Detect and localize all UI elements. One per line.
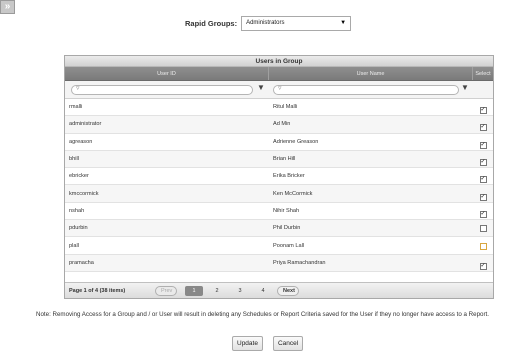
grid-pager: Page 1 of 4 (38 items) Prev 1 2 3 4 Next xyxy=(65,282,493,298)
filter-icon: ▿ xyxy=(278,84,282,92)
table-row[interactable]: rmalli Ritul Malli ✓ xyxy=(65,98,493,117)
user-name-cell: Ken McCormick xyxy=(273,190,313,197)
cancel-button[interactable]: Cancel xyxy=(272,336,304,351)
select-cell: ✓ xyxy=(473,167,493,185)
filter-row: ▿ ▼ ▿ ▼ xyxy=(65,81,493,99)
rapid-groups-selected-value: Administrators xyxy=(246,19,285,26)
user-name-cell: Nihir Shah xyxy=(273,207,300,214)
select-cell: ✓ xyxy=(473,185,493,203)
select-cell: ✓ xyxy=(473,202,493,220)
user-id-cell: nshah xyxy=(69,207,85,214)
select-cell: ✓ xyxy=(473,150,493,168)
page-number-2[interactable]: 2 xyxy=(208,286,226,296)
prev-page-button[interactable]: Prev xyxy=(155,285,177,296)
user-id-cell: kmccormick xyxy=(69,190,99,197)
dropdown-arrow-icon: ▼ xyxy=(340,19,347,26)
select-checkbox[interactable]: ✓ xyxy=(479,262,487,270)
select-checkbox[interactable]: ✓ xyxy=(479,176,487,184)
user-id-cell: bhill xyxy=(69,156,79,163)
update-button[interactable]: Update xyxy=(232,336,263,351)
user-id-cell: plall xyxy=(69,242,79,249)
rapid-groups-label: Rapid Groups: xyxy=(185,18,238,28)
user-name-cell: Brian Hill xyxy=(273,156,296,163)
table-row[interactable]: kmccormick Ken McCormick ✓ xyxy=(65,185,493,203)
select-checkbox[interactable]: ✓ xyxy=(479,141,487,149)
table-row[interactable]: plall Poonam Lall xyxy=(65,237,493,255)
user-name-cell: Adrienne Greason xyxy=(273,138,319,145)
rapid-groups-select[interactable]: Administrators ▼ xyxy=(241,15,352,31)
select-checkbox[interactable]: ✓ xyxy=(479,210,487,218)
table-row[interactable]: bhill Brian Hill ✓ xyxy=(65,150,493,169)
column-header-user-name[interactable]: User Name xyxy=(269,67,473,80)
expand-panel-button[interactable]: » xyxy=(0,0,15,14)
access-removal-note: Note: Removing Access for a Group and / … xyxy=(36,311,489,318)
select-cell: ✓ xyxy=(473,115,493,133)
user-name-cell: Poonam Lall xyxy=(273,242,305,249)
user-id-filter-menu-icon[interactable]: ▼ xyxy=(257,83,265,92)
table-row[interactable]: agreason Adrienne Greason ✓ xyxy=(65,134,493,151)
page-number-1[interactable]: 1 xyxy=(185,285,203,296)
users-in-group-grid: Users in Group User ID User Name Select … xyxy=(64,55,494,299)
user-name-cell: Phil Durbin xyxy=(273,225,301,232)
pager-info: Page 1 of 4 (38 items) xyxy=(69,287,126,294)
double-chevron-right-icon: » xyxy=(4,1,11,12)
user-id-cell: rmalli xyxy=(69,104,83,111)
user-name-cell: Erika Bricker xyxy=(273,173,305,180)
select-cell: ✓ xyxy=(473,98,493,116)
user-name-filter-input[interactable]: ▿ xyxy=(273,84,459,95)
form-actions: Update Cancel xyxy=(232,336,313,351)
user-id-cell: pdurbin xyxy=(69,225,88,232)
filter-icon: ▿ xyxy=(76,84,80,92)
table-row[interactable]: administrator Ad Min ✓ xyxy=(65,115,493,134)
select-cell: ✓ xyxy=(473,254,493,272)
grid-body: rmalli Ritul Malli ✓ administrator Ad Min ✓ ag… xyxy=(65,99,493,272)
select-checkbox[interactable]: ✓ xyxy=(479,124,487,132)
user-id-cell: administrator xyxy=(69,121,102,128)
select-checkbox[interactable]: ✓ xyxy=(479,159,487,167)
user-id-filter-input[interactable]: ▿ xyxy=(71,84,253,95)
user-name-cell: Priya Ramachandran xyxy=(273,259,326,266)
user-id-cell: pramacha xyxy=(69,259,94,266)
column-header-select[interactable]: Select xyxy=(473,67,493,80)
grid-header-row: User ID User Name Select xyxy=(65,67,493,81)
page-number-4[interactable]: 4 xyxy=(254,286,272,296)
user-id-cell: agreason xyxy=(69,138,93,145)
select-checkbox[interactable]: ✓ xyxy=(479,193,487,201)
next-page-button[interactable]: Next xyxy=(277,285,299,296)
table-row[interactable]: pdurbin Phil Durbin xyxy=(65,219,493,238)
select-cell: ✓ xyxy=(473,133,493,151)
grid-title: Users in Group xyxy=(65,56,493,67)
user-name-cell: Ritul Malli xyxy=(273,104,298,111)
rapid-groups-row: Rapid Groups: Administrators ▼ xyxy=(185,15,352,31)
select-checkbox[interactable] xyxy=(479,225,487,233)
user-id-cell: ebricker xyxy=(69,173,89,180)
select-cell xyxy=(473,219,493,237)
select-checkbox[interactable]: ✓ xyxy=(479,107,487,115)
table-row[interactable]: pramacha Priya Ramachandran ✓ xyxy=(65,254,493,272)
table-row[interactable]: nshah Nihir Shah ✓ xyxy=(65,202,493,221)
table-row[interactable]: ebricker Erika Bricker ✓ xyxy=(65,167,493,186)
select-cell xyxy=(473,237,493,255)
column-header-user-id[interactable]: User ID xyxy=(65,67,269,80)
user-name-filter-menu-icon[interactable]: ▼ xyxy=(461,83,469,92)
user-name-cell: Ad Min xyxy=(273,121,291,128)
select-checkbox[interactable] xyxy=(479,242,487,250)
page-number-3[interactable]: 3 xyxy=(231,286,249,296)
